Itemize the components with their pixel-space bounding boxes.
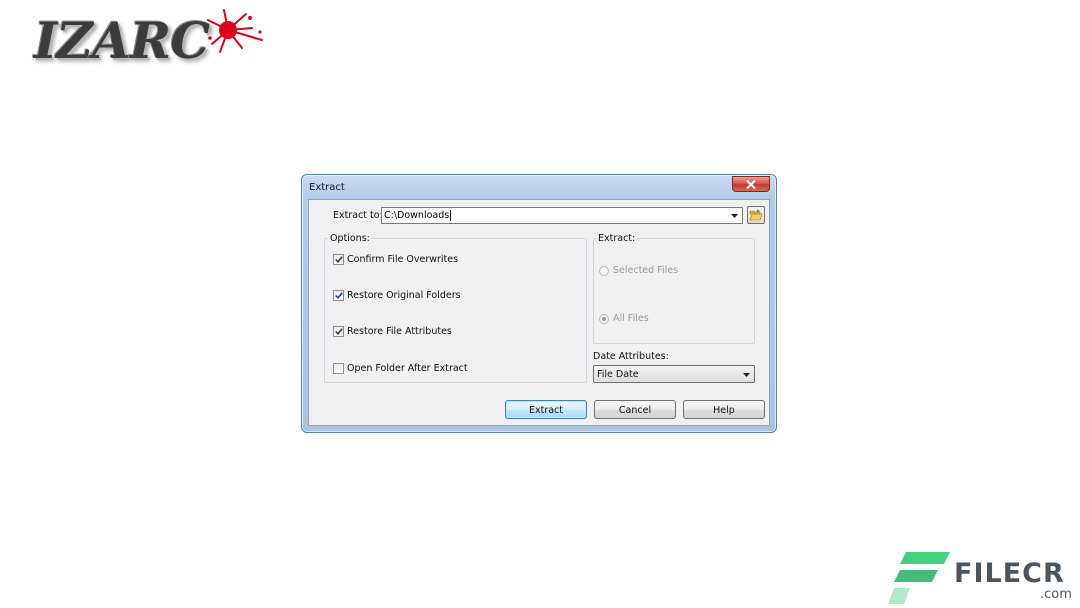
date-attributes-label: Date Attributes:	[593, 351, 669, 362]
radio-label: All Files	[613, 313, 649, 324]
filecr-name: FILECR	[954, 558, 1065, 589]
extract-path-combobox[interactable]: C:\Downloads	[381, 207, 743, 224]
checkbox-restore-folders[interactable]	[333, 290, 344, 301]
folder-open-icon	[749, 209, 763, 221]
extract-groupbox	[593, 238, 755, 344]
filecr-watermark: FILECR .com	[888, 546, 1078, 606]
close-icon	[746, 179, 756, 189]
option-label: Restore File Attributes	[347, 326, 452, 337]
chevron-down-icon	[742, 373, 750, 377]
radio-label: Selected Files	[613, 265, 679, 276]
checkmark-icon	[334, 328, 343, 335]
option-label: Open Folder After Extract	[347, 363, 468, 374]
izarc-logo-text: IZARC	[34, 11, 210, 70]
extract-button[interactable]: Extract	[505, 400, 587, 419]
help-button[interactable]: Help	[683, 400, 765, 419]
option-label: Confirm File Overwrites	[347, 254, 459, 265]
filecr-domain: .com	[1040, 587, 1072, 602]
radio-selected-files[interactable]: Selected Files	[599, 265, 678, 276]
close-button[interactable]	[732, 176, 770, 192]
options-group-title: Options:	[328, 233, 372, 244]
option-confirm-overwrites[interactable]: Confirm File Overwrites	[333, 254, 458, 265]
extract-path-value[interactable]: C:\Downloads	[384, 210, 452, 221]
option-open-folder[interactable]: Open Folder After Extract	[333, 363, 468, 374]
path-dropdown-button[interactable]	[730, 211, 739, 220]
radio-button[interactable]	[599, 265, 609, 276]
browse-folder-button[interactable]	[747, 206, 765, 224]
option-restore-attributes[interactable]: Restore File Attributes	[333, 326, 452, 337]
dialog-title: Extract	[309, 182, 345, 193]
checkmark-icon	[334, 292, 343, 299]
date-attributes-value: File Date	[597, 369, 639, 380]
extract-group-title: Extract:	[596, 233, 638, 244]
cancel-button[interactable]: Cancel	[594, 400, 676, 419]
radio-all-files[interactable]: All Files	[599, 313, 649, 324]
date-attributes-select[interactable]: File Date	[593, 365, 755, 383]
izarc-logo: IZARC	[34, 8, 263, 72]
radio-button[interactable]	[599, 313, 609, 324]
option-restore-folders[interactable]: Restore Original Folders	[333, 290, 461, 301]
extract-dialog: Extract Extract to: C:\Downloads Options…	[301, 174, 777, 433]
filecr-logo-icon	[888, 552, 950, 604]
chevron-down-icon	[731, 213, 738, 218]
splat-icon	[207, 9, 263, 53]
dialog-client-area: Extract to: C:\Downloads Options: Confir…	[308, 199, 770, 426]
option-label: Restore Original Folders	[347, 290, 461, 301]
checkbox-restore-attributes[interactable]	[333, 326, 344, 337]
checkbox-open-folder[interactable]	[333, 363, 344, 374]
checkmark-icon	[334, 256, 343, 263]
extract-to-label: Extract to:	[333, 210, 383, 221]
checkbox-confirm-overwrites[interactable]	[333, 254, 344, 265]
